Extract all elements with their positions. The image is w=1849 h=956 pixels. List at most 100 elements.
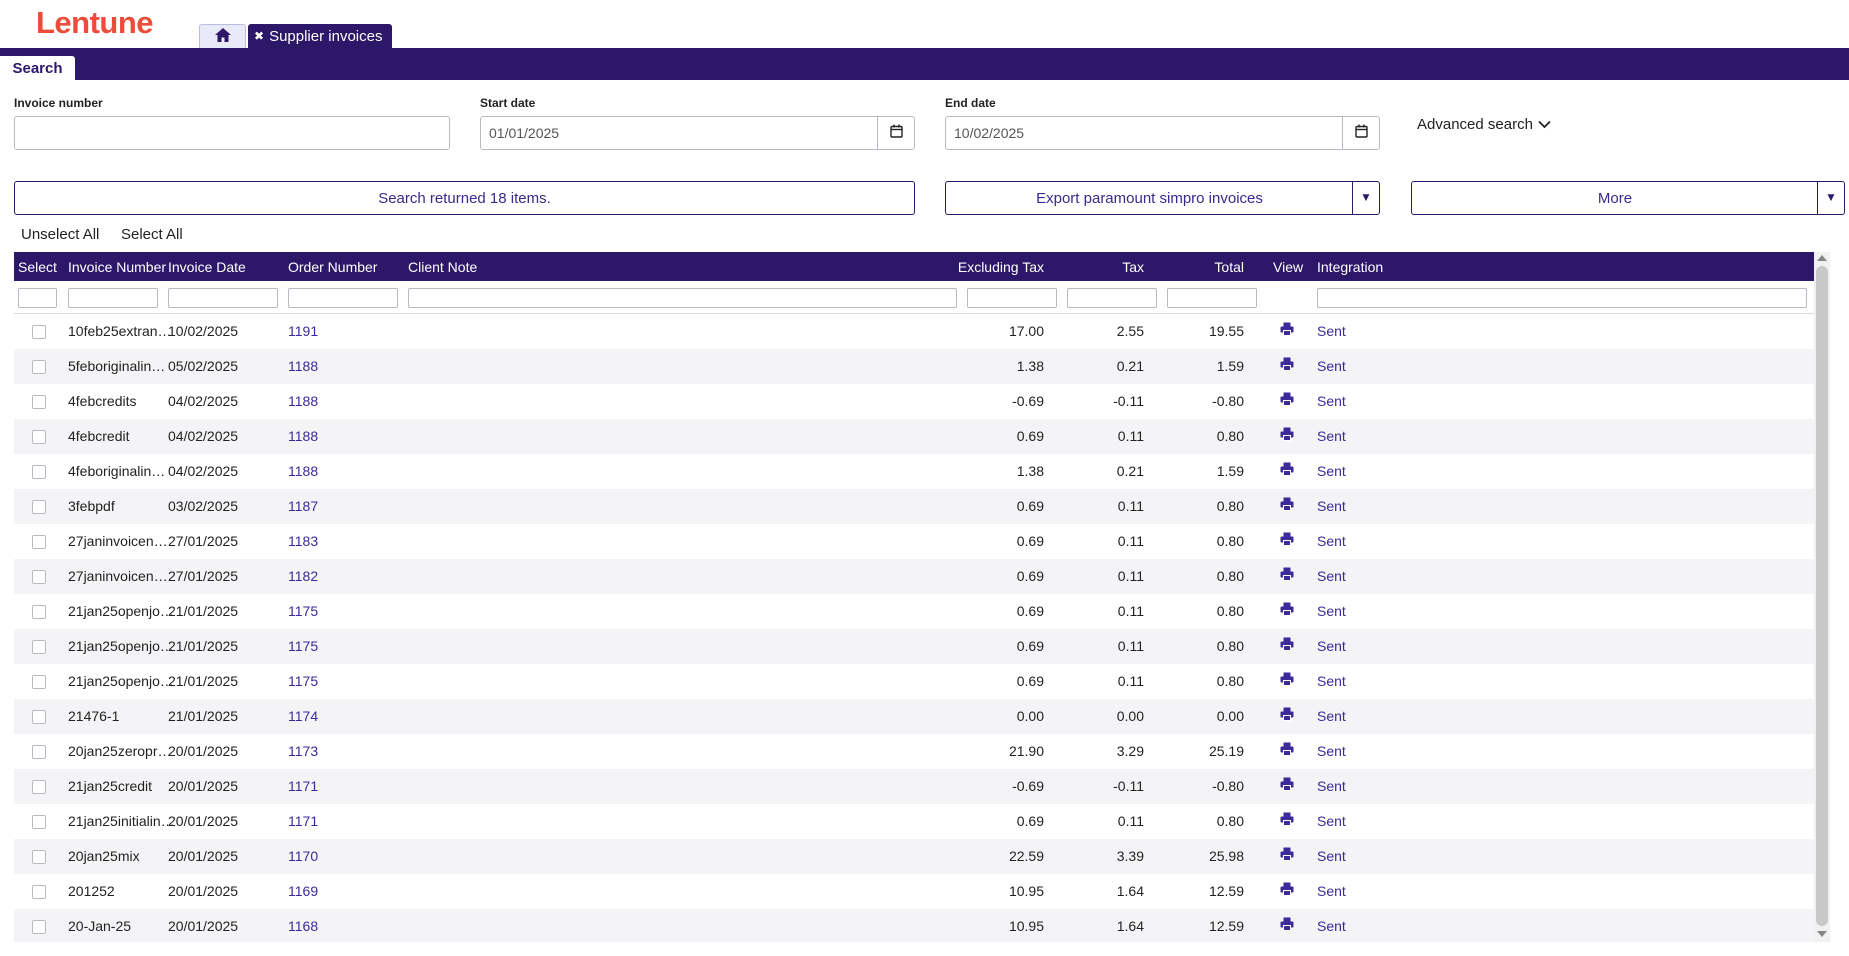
integration-status-link[interactable]: Sent [1317, 428, 1346, 444]
column-header-view[interactable]: View [1273, 259, 1303, 275]
search-button[interactable]: Search returned 18 items. [14, 181, 915, 215]
table-row[interactable]: 3febpdf 03/02/2025 1187 0.69 0.11 0.80 Sent [14, 489, 1814, 524]
column-header-invoice-number[interactable]: Invoice Number [68, 259, 166, 275]
print-icon[interactable] [1280, 882, 1294, 896]
table-row[interactable]: 20jan25zeropr… 20/01/2025 1173 21.90 3.29 25.… [14, 734, 1814, 769]
print-icon[interactable] [1280, 357, 1294, 371]
print-icon[interactable] [1280, 322, 1294, 336]
integration-status-link[interactable]: Sent [1317, 603, 1346, 619]
table-row[interactable]: 10feb25extran… 10/02/2025 1191 17.00 2.55 19.… [14, 314, 1814, 349]
integration-status-link[interactable]: Sent [1317, 358, 1346, 374]
integration-status-link[interactable]: Sent [1317, 498, 1346, 514]
row-select-checkbox[interactable] [32, 570, 46, 584]
order-number-link[interactable]: 1183 [288, 533, 318, 549]
integration-status-link[interactable]: Sent [1317, 918, 1346, 934]
advanced-search-toggle[interactable]: Advanced search [1417, 116, 1551, 133]
row-select-checkbox[interactable] [32, 815, 46, 829]
column-header-order-number[interactable]: Order Number [288, 259, 377, 275]
order-number-link[interactable]: 1175 [288, 673, 318, 689]
print-icon[interactable] [1280, 602, 1294, 616]
order-number-link[interactable]: 1188 [288, 393, 318, 409]
print-icon[interactable] [1280, 427, 1294, 441]
print-icon[interactable] [1280, 567, 1294, 581]
column-header-client-note[interactable]: Client Note [408, 259, 477, 275]
more-dropdown-button[interactable]: ▼ [1817, 181, 1845, 215]
row-select-checkbox[interactable] [32, 885, 46, 899]
print-icon[interactable] [1280, 532, 1294, 546]
table-row[interactable]: 4feboriginalin… 04/02/2025 1188 1.38 0.21 1.5… [14, 454, 1814, 489]
integration-status-link[interactable]: Sent [1317, 393, 1346, 409]
print-icon[interactable] [1280, 742, 1294, 756]
end-date-calendar-button[interactable] [1342, 116, 1380, 150]
row-select-checkbox[interactable] [32, 500, 46, 514]
integration-status-link[interactable]: Sent [1317, 883, 1346, 899]
filter-tax-input[interactable] [1067, 288, 1157, 308]
integration-status-link[interactable]: Sent [1317, 463, 1346, 479]
row-select-checkbox[interactable] [32, 710, 46, 724]
order-number-link[interactable]: 1170 [288, 848, 318, 864]
row-select-checkbox[interactable] [32, 465, 46, 479]
select-all-link[interactable]: Select All [121, 226, 183, 243]
scrollbar-thumb[interactable] [1816, 266, 1828, 926]
table-row[interactable]: 21jan25initialin… 20/01/2025 1171 0.69 0.11 0… [14, 804, 1814, 839]
print-icon[interactable] [1280, 917, 1294, 931]
order-number-link[interactable]: 1174 [288, 708, 318, 724]
table-row[interactable]: 27janinvoicen… 27/01/2025 1182 0.69 0.11 0.80… [14, 559, 1814, 594]
invoice-number-input[interactable] [14, 116, 450, 150]
column-header-invoice-date[interactable]: Invoice Date [168, 259, 246, 275]
table-row[interactable]: 20jan25mix 20/01/2025 1170 22.59 3.39 25.98 Se… [14, 839, 1814, 874]
table-row[interactable]: 27janinvoicen… 27/01/2025 1183 0.69 0.11 0.80… [14, 524, 1814, 559]
table-row[interactable]: 21jan25openjo… 21/01/2025 1175 0.69 0.11 0.80… [14, 664, 1814, 699]
row-select-checkbox[interactable] [32, 605, 46, 619]
row-select-checkbox[interactable] [32, 745, 46, 759]
filter-order-number-input[interactable] [288, 288, 398, 308]
filter-client-note-input[interactable] [408, 288, 957, 308]
column-header-select[interactable]: Select [18, 259, 57, 275]
export-dropdown-button[interactable]: ▼ [1352, 181, 1380, 215]
home-tab[interactable] [199, 24, 246, 48]
start-date-input[interactable]: 01/01/2025 [480, 116, 880, 150]
tab-supplier-invoices[interactable]: ✖ Supplier invoices [248, 24, 393, 48]
order-number-link[interactable]: 1175 [288, 638, 318, 654]
row-select-checkbox[interactable] [32, 780, 46, 794]
integration-status-link[interactable]: Sent [1317, 813, 1346, 829]
order-number-link[interactable]: 1168 [288, 918, 318, 934]
print-icon[interactable] [1280, 847, 1294, 861]
print-icon[interactable] [1280, 707, 1294, 721]
row-select-checkbox[interactable] [32, 675, 46, 689]
integration-status-link[interactable]: Sent [1317, 848, 1346, 864]
more-button[interactable]: More [1411, 181, 1819, 215]
table-row[interactable]: 201252 20/01/2025 1169 10.95 1.64 12.59 Sent [14, 874, 1814, 909]
integration-status-link[interactable]: Sent [1317, 743, 1346, 759]
table-row[interactable]: 21jan25credit 20/01/2025 1171 -0.69 -0.11 -0.… [14, 769, 1814, 804]
print-icon[interactable] [1280, 812, 1294, 826]
table-row[interactable]: 20-Jan-25 20/01/2025 1168 10.95 1.64 12.59 Sen… [14, 909, 1814, 942]
filter-select-input[interactable] [18, 288, 57, 308]
filter-total-input[interactable] [1167, 288, 1257, 308]
order-number-link[interactable]: 1175 [288, 603, 318, 619]
order-number-link[interactable]: 1171 [288, 778, 318, 794]
order-number-link[interactable]: 1173 [288, 743, 318, 759]
column-header-tax[interactable]: Tax [1074, 259, 1144, 275]
integration-status-link[interactable]: Sent [1317, 638, 1346, 654]
grid-scrollbar[interactable] [1814, 252, 1830, 942]
filter-invoice-date-input[interactable] [168, 288, 278, 308]
start-date-calendar-button[interactable] [877, 116, 915, 150]
row-select-checkbox[interactable] [32, 395, 46, 409]
row-select-checkbox[interactable] [32, 325, 46, 339]
order-number-link[interactable]: 1188 [288, 428, 318, 444]
table-row[interactable]: 21jan25openjo… 21/01/2025 1175 0.69 0.11 0.80… [14, 629, 1814, 664]
print-icon[interactable] [1280, 497, 1294, 511]
order-number-link[interactable]: 1187 [288, 498, 318, 514]
table-row[interactable]: 5feboriginalin… 05/02/2025 1188 1.38 0.21 1.5… [14, 349, 1814, 384]
row-select-checkbox[interactable] [32, 920, 46, 934]
row-select-checkbox[interactable] [32, 430, 46, 444]
close-tab-icon[interactable]: ✖ [254, 29, 264, 43]
order-number-link[interactable]: 1188 [288, 463, 318, 479]
row-select-checkbox[interactable] [32, 360, 46, 374]
integration-status-link[interactable]: Sent [1317, 323, 1346, 339]
filter-excluding-tax-input[interactable] [967, 288, 1057, 308]
integration-status-link[interactable]: Sent [1317, 533, 1346, 549]
table-row[interactable]: 21476-1 21/01/2025 1174 0.00 0.00 0.00 Sent [14, 699, 1814, 734]
print-icon[interactable] [1280, 462, 1294, 476]
